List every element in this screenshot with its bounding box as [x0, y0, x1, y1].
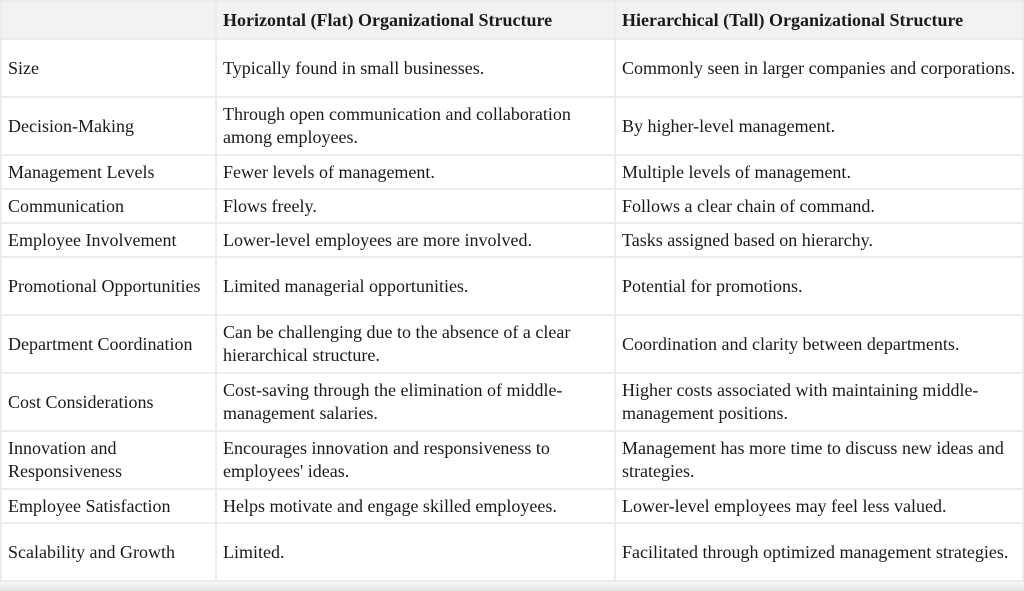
tall-cell: Lower-level employees may feel less valu… [614, 488, 1024, 524]
tall-cell: Commonly seen in larger companies and co… [614, 38, 1024, 98]
flat-cell: Can be challenging due to the absence of… [215, 314, 616, 374]
tall-cell: Management has more time to discuss new … [614, 430, 1024, 490]
aspect-cell: Size [0, 38, 217, 98]
aspect-cell: Employee Involvement [0, 222, 217, 258]
aspect-cell: Management Levels [0, 154, 217, 190]
flat-cell: Lower-level employees are more involved. [215, 222, 616, 258]
header-aspect [0, 0, 217, 40]
comparison-table: Horizontal (Flat) Organizational Structu… [0, 0, 1024, 582]
table-row: Management Levels Fewer levels of manage… [0, 154, 1024, 190]
flat-cell: Encourages innovation and responsiveness… [215, 430, 616, 490]
table-row: Decision-Making Through open communicati… [0, 96, 1024, 156]
flat-cell: Through open communication and collabora… [215, 96, 616, 156]
table-row: Communication Flows freely. Follows a cl… [0, 188, 1024, 224]
tall-cell: Higher costs associated with maintaining… [614, 372, 1024, 432]
flat-cell: Typically found in small businesses. [215, 38, 616, 98]
aspect-cell: Employee Satisfaction [0, 488, 217, 524]
aspect-cell: Department Coordination [0, 314, 217, 374]
flat-cell: Limited. [215, 522, 616, 582]
aspect-cell: Decision-Making [0, 96, 217, 156]
tall-cell: Facilitated through optimized management… [614, 522, 1024, 582]
table-row: Department Coordination Can be challengi… [0, 314, 1024, 374]
aspect-cell: Promotional Opportunities [0, 256, 217, 316]
table-row: Employee Involvement Lower-level employe… [0, 222, 1024, 258]
table-row: Size Typically found in small businesses… [0, 38, 1024, 98]
aspect-cell: Scalability and Growth [0, 522, 217, 582]
table-row: Innovation and Responsiveness Encourages… [0, 430, 1024, 490]
flat-cell: Fewer levels of management. [215, 154, 616, 190]
header-row: Horizontal (Flat) Organizational Structu… [0, 0, 1024, 40]
flat-cell: Cost-saving through the elimination of m… [215, 372, 616, 432]
aspect-cell: Cost Considerations [0, 372, 217, 432]
flat-cell: Flows freely. [215, 188, 616, 224]
header-flat-structure: Horizontal (Flat) Organizational Structu… [215, 0, 616, 40]
aspect-cell: Innovation and Responsiveness [0, 430, 217, 490]
tall-cell: Tasks assigned based on hierarchy. [614, 222, 1024, 258]
table-row: Cost Considerations Cost-saving through … [0, 372, 1024, 432]
tall-cell: Follows a clear chain of command. [614, 188, 1024, 224]
flat-cell: Limited managerial opportunities. [215, 256, 616, 316]
tall-cell: Potential for promotions. [614, 256, 1024, 316]
aspect-cell: Communication [0, 188, 217, 224]
tall-cell: Coordination and clarity between departm… [614, 314, 1024, 374]
tall-cell: By higher-level management. [614, 96, 1024, 156]
table-row: Employee Satisfaction Helps motivate and… [0, 488, 1024, 524]
flat-cell: Helps motivate and engage skilled employ… [215, 488, 616, 524]
table-row: Scalability and Growth Limited. Facilita… [0, 522, 1024, 582]
header-tall-structure: Hierarchical (Tall) Organizational Struc… [614, 0, 1024, 40]
tall-cell: Multiple levels of management. [614, 154, 1024, 190]
table-row: Promotional Opportunities Limited manage… [0, 256, 1024, 316]
